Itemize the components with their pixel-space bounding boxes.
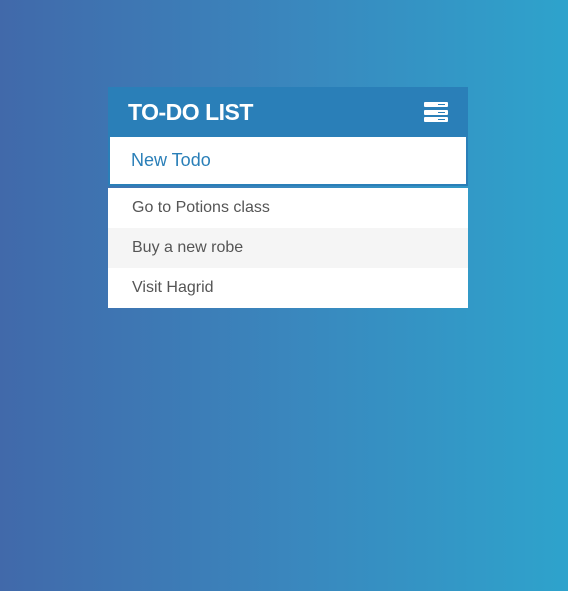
todo-item[interactable]: Go to Potions class <box>108 188 468 228</box>
todo-item[interactable]: Visit Hagrid <box>108 268 468 308</box>
menu-icon[interactable] <box>424 102 448 122</box>
new-todo-input[interactable] <box>110 137 466 184</box>
header: TO-DO LIST <box>108 87 468 137</box>
new-todo-field-wrapper <box>108 137 468 186</box>
page-title: TO-DO LIST <box>128 98 253 125</box>
todo-item[interactable]: Buy a new robe <box>108 228 468 268</box>
todo-list: Go to Potions class Buy a new robe Visit… <box>108 188 468 308</box>
todo-card: TO-DO LIST Go to Potions class Buy a new… <box>108 87 468 308</box>
